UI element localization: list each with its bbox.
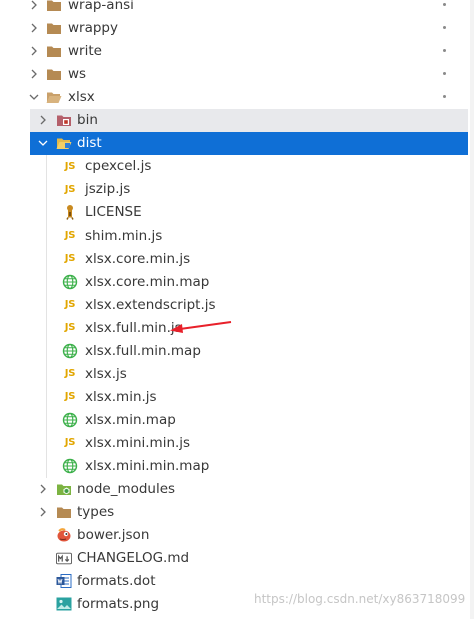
license-icon	[62, 204, 78, 221]
tree-item-label: xlsx.core.min.js	[85, 250, 191, 267]
js-file-icon: JS	[64, 299, 76, 311]
folder-icon	[46, 66, 62, 82]
tree-item-label: xlsx.mini.min.map	[85, 458, 210, 474]
tree-item-xlsx-js[interactable]: JS xlsx.js	[0, 363, 470, 386]
tree-item-label: xlsx.min.js	[85, 388, 157, 405]
js-file-icon: JS	[64, 322, 76, 334]
tree-item-jszip-js[interactable]: JS jszip.js	[0, 178, 470, 201]
bin-folder-icon	[56, 112, 72, 128]
chevron-right-icon[interactable]	[37, 114, 49, 126]
globe-map-icon	[62, 343, 78, 359]
tree-item-label: xlsx.min.map	[85, 411, 176, 428]
tree-item-xlsx-core-min-map[interactable]: xlsx.core.min.map	[0, 271, 470, 294]
tree-item-label: xlsx.mini.min.js	[85, 434, 191, 451]
folder-icon	[46, 20, 62, 36]
tree-item-bin[interactable]: bin	[30, 109, 468, 133]
tree-item-label: xlsx.js	[85, 365, 127, 382]
folder-icon	[46, 0, 62, 13]
tree-item-xlsx-extendscript-js[interactable]: JS xlsx.extendscript.js	[0, 294, 470, 317]
annotation-arrow	[170, 320, 232, 333]
tree-item-xlsx-mini-min-js[interactable]: JS xlsx.mini.min.js	[0, 432, 470, 455]
globe-map-icon	[62, 274, 78, 290]
tree-item-label: xlsx.full.min.map	[85, 342, 201, 359]
bower-icon	[56, 527, 72, 543]
tree-item-changelog-md[interactable]: CHANGELOG.md	[0, 547, 470, 570]
chevron-right-icon[interactable]	[28, 68, 40, 80]
js-file-icon: JS	[64, 183, 76, 195]
chevron-down-icon[interactable]	[37, 137, 49, 149]
modified-dot-indicator	[443, 49, 446, 53]
tree-item-license[interactable]: LICENSE	[0, 201, 470, 224]
tree-item-xlsx-full-min-js[interactable]: JS xlsx.full.min.js	[0, 317, 470, 340]
tree-item-ws[interactable]: ws	[0, 63, 470, 86]
tree-item-label: bower.json	[77, 527, 150, 544]
folder-icon	[56, 504, 72, 520]
globe-map-icon	[62, 412, 78, 428]
globe-map-icon	[62, 458, 78, 474]
tree-item-label: wrap-ansi	[68, 0, 134, 13]
js-file-icon: JS	[64, 437, 76, 449]
tree-item-label: formats.dot	[77, 573, 156, 590]
chevron-right-icon[interactable]	[37, 506, 49, 518]
tree-item-label: xlsx.core.min.map	[85, 273, 210, 290]
scrollbar[interactable]	[470, 0, 474, 619]
chevron-down-icon[interactable]	[28, 91, 40, 103]
markdown-icon	[56, 550, 72, 566]
indent-guide	[46, 155, 47, 479]
js-file-icon: JS	[64, 391, 76, 403]
tree-item-types[interactable]: types	[0, 501, 470, 524]
modified-dot-indicator	[443, 3, 446, 6]
tree-item-label: xlsx.extendscript.js	[85, 296, 216, 313]
js-file-icon: JS	[64, 160, 76, 172]
tree-item-bower-json[interactable]: bower.json	[0, 524, 470, 547]
tree-item-label: dist	[77, 135, 102, 152]
tree-item-xlsx-min-map[interactable]: xlsx.min.map	[0, 409, 470, 432]
chevron-right-icon[interactable]	[28, 22, 40, 34]
tree-item-xlsx-mini-min-map[interactable]: xlsx.mini.min.map	[0, 455, 470, 478]
tree-item-label: shim.min.js	[85, 227, 163, 244]
tree-item-formats-dot[interactable]: formats.dot	[0, 570, 470, 593]
folder-icon	[46, 43, 62, 59]
tree-item-label: write	[68, 43, 102, 60]
tree-item-xlsx-min-js[interactable]: JS xlsx.min.js	[0, 386, 470, 409]
tree-item-xlsx-full-min-map[interactable]: xlsx.full.min.map	[0, 340, 470, 363]
chevron-right-icon[interactable]	[28, 0, 40, 11]
tree-item-label: cpexcel.js	[85, 158, 152, 175]
tree-item-label: xlsx	[68, 89, 95, 106]
tree-item-label: types	[77, 504, 115, 521]
file-explorer-tree: wrap-ansi wrappy write ws xlsx bin dist JS cpexc…	[0, 0, 474, 619]
tree-item-label: node_modules	[77, 481, 176, 498]
tree-item-label: LICENSE	[85, 204, 142, 221]
folder-open-icon	[46, 89, 62, 105]
tree-item-wrap-ansi[interactable]: wrap-ansi	[0, 0, 470, 17]
tree-item-cpexcel-js[interactable]: JS cpexcel.js	[0, 155, 470, 178]
modified-dot-indicator	[443, 72, 446, 76]
tree-item-dist[interactable]: dist	[30, 132, 468, 156]
chevron-right-icon[interactable]	[28, 45, 40, 57]
dist-folder-open-icon	[56, 135, 72, 151]
tree-item-write[interactable]: write	[0, 40, 470, 63]
tree-item-label: bin	[77, 112, 98, 129]
js-file-icon: JS	[64, 230, 76, 241]
tree-item-label: CHANGELOG.md	[77, 550, 190, 567]
tree-item-label: formats.png	[77, 596, 160, 613]
modified-dot-indicator	[443, 95, 446, 99]
watermark: https://blog.csdn.net/xy863718099	[254, 592, 466, 606]
modified-dot-indicator	[443, 26, 446, 30]
js-file-icon: JS	[64, 253, 76, 265]
tree-item-shim-min-js[interactable]: JS shim.min.js	[0, 225, 470, 248]
image-icon	[56, 596, 72, 612]
node-modules-folder-icon	[56, 481, 72, 497]
tree-item-label: jszip.js	[85, 181, 131, 198]
tree-item-xlsx[interactable]: xlsx	[0, 86, 470, 109]
tree-item-label: wrappy	[68, 20, 118, 37]
word-doc-icon	[56, 573, 72, 589]
js-file-icon: JS	[64, 368, 76, 380]
chevron-right-icon[interactable]	[37, 483, 49, 495]
tree-item-label: ws	[68, 66, 87, 83]
tree-item-wrappy[interactable]: wrappy	[0, 17, 470, 40]
tree-item-node-modules[interactable]: node_modules	[0, 478, 470, 501]
tree-item-xlsx-core-min-js[interactable]: JS xlsx.core.min.js	[0, 248, 470, 271]
